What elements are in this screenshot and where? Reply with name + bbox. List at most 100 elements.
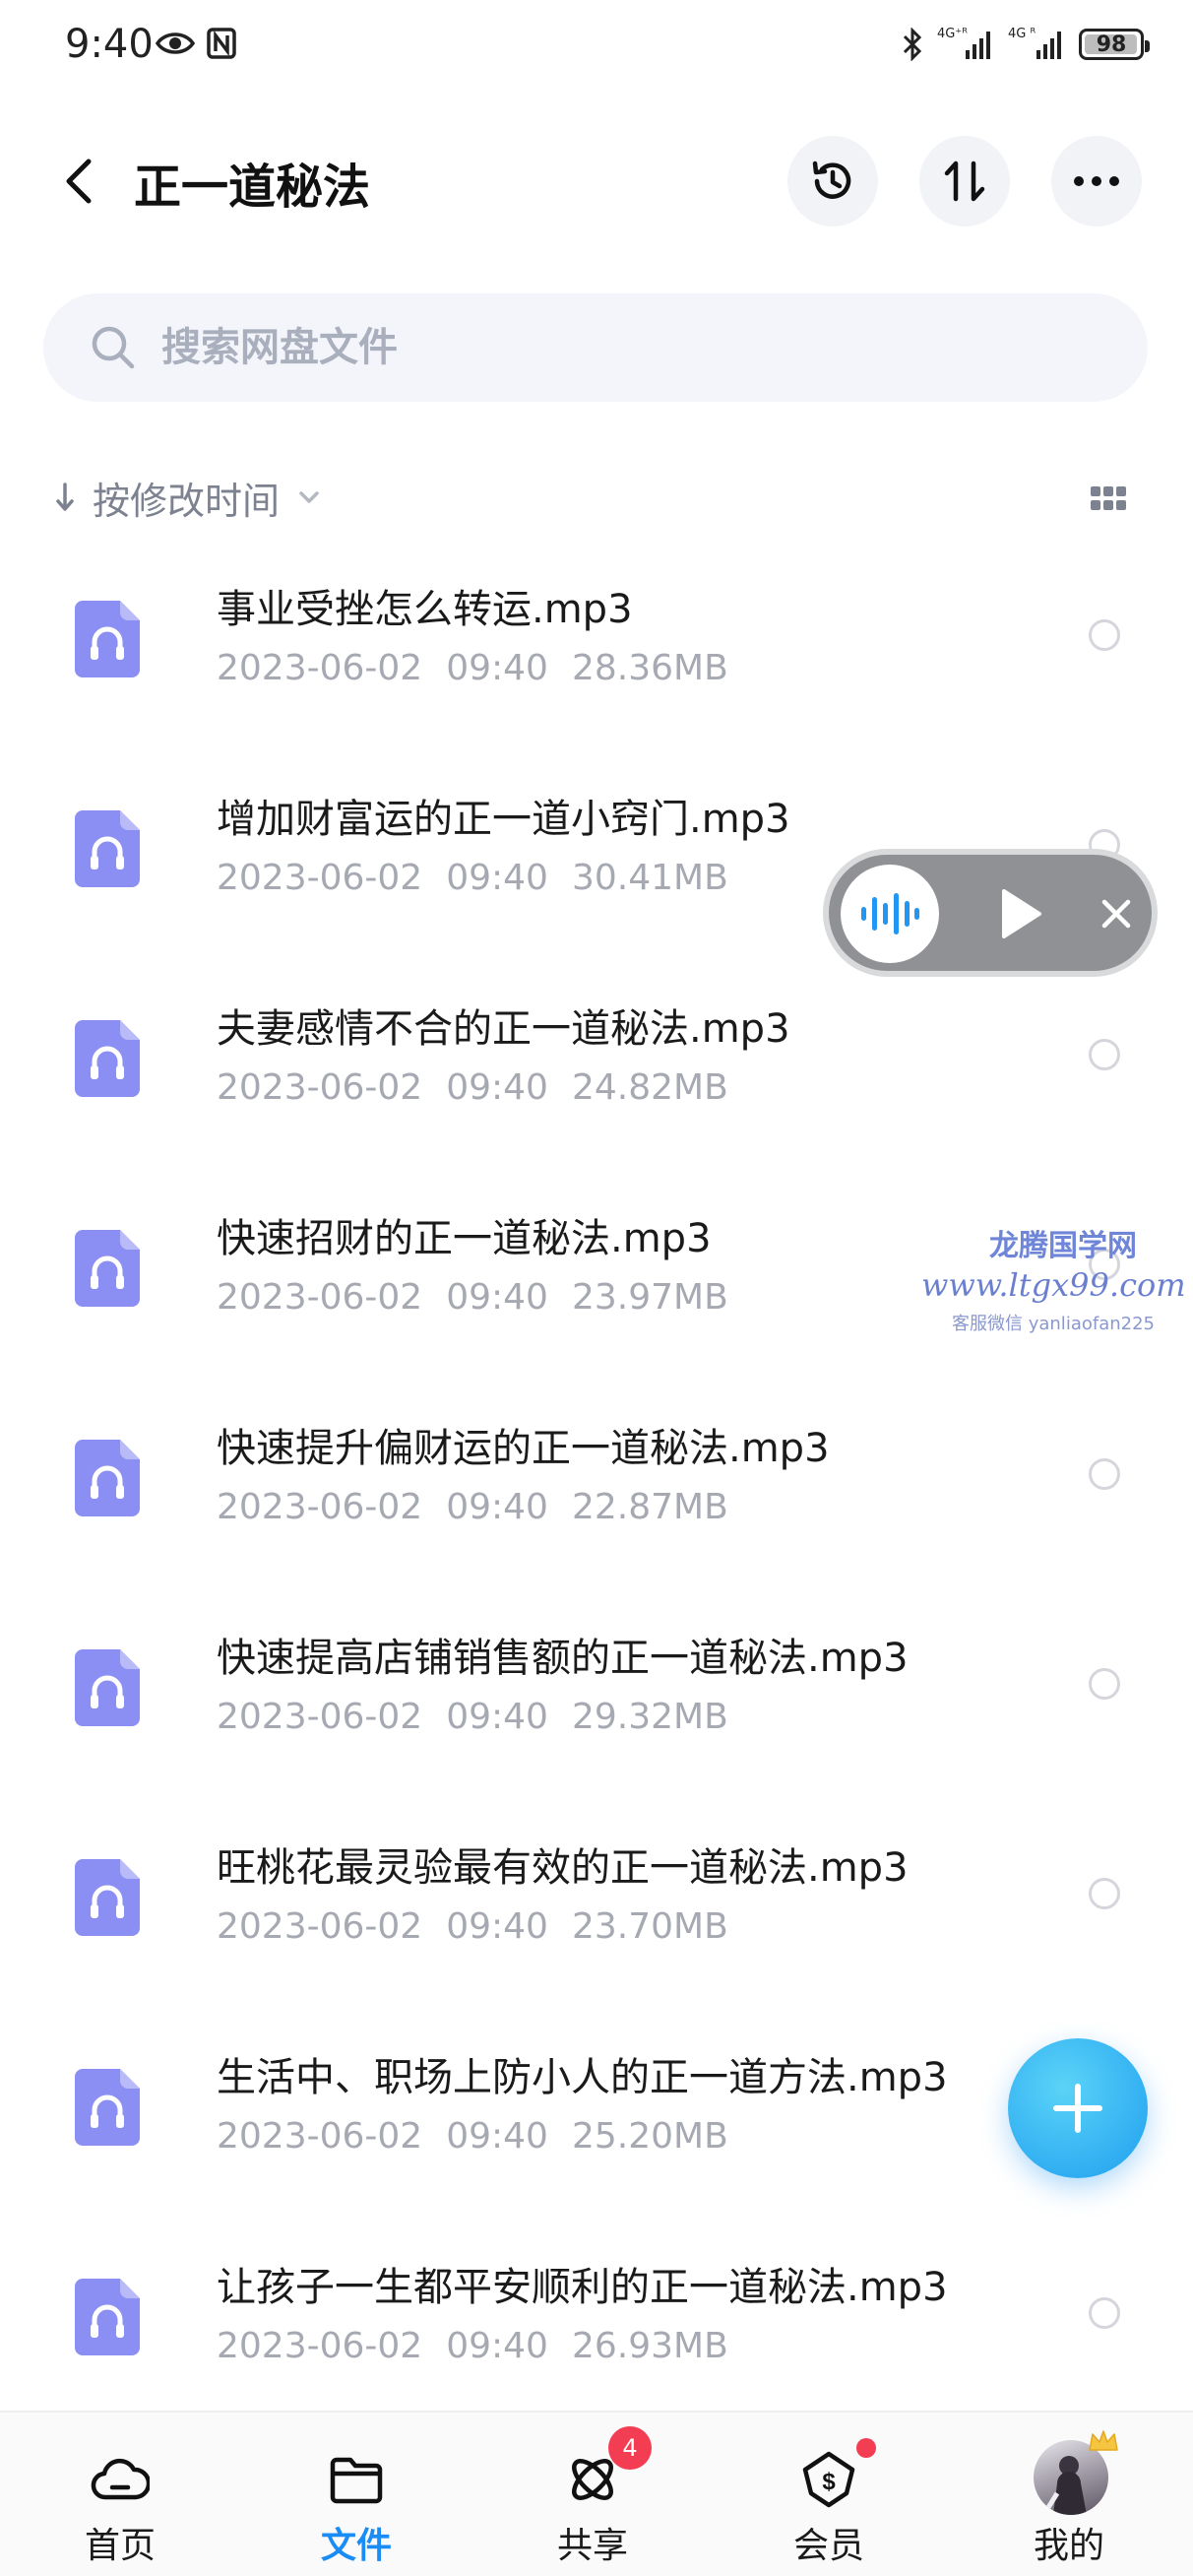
network-label-1: 4G⁺ᴿ: [937, 27, 968, 41]
file-name: 快速招财的正一道秘法.mp3: [217, 1216, 712, 1261]
file-row[interactable]: 快速提高店铺销售额的正一道秘法.mp3 2023-06-02 09:40 29.32…: [0, 1600, 1193, 1810]
nav-vip[interactable]: $ 会员: [740, 2413, 917, 2576]
file-time: 09:40: [446, 1067, 548, 1108]
file-size: 30.41MB: [571, 858, 728, 898]
file-date: 2023-06-02: [217, 648, 423, 688]
sort-button[interactable]: [919, 136, 1010, 226]
file-name: 快速提高店铺销售额的正一道秘法.mp3: [217, 1636, 909, 1681]
more-icon: [1074, 176, 1119, 186]
watermark-contact: 客服微信 yanliaofan225: [952, 1314, 1155, 1334]
audio-file-icon: [75, 1020, 140, 1097]
file-size: 22.87MB: [571, 1487, 728, 1527]
floating-audio-player[interactable]: [823, 849, 1158, 977]
file-meta: 2023-06-02 09:40 28.36MB: [217, 648, 752, 688]
add-button[interactable]: [1008, 2038, 1148, 2178]
cloud-home-icon: [91, 2458, 150, 2500]
select-radio[interactable]: [1089, 1668, 1120, 1700]
sound-wave-icon: [861, 893, 919, 934]
network-label-2: 4G ᴿ: [1008, 27, 1036, 41]
file-meta: 2023-06-02 09:40 25.20MB: [217, 2116, 752, 2157]
nav-files[interactable]: 文件: [268, 2413, 445, 2576]
signal-1: 4G⁺ᴿ: [937, 28, 994, 61]
back-arrow-icon: [66, 159, 92, 204]
file-row[interactable]: 快速提升偏财运的正一道秘法.mp3 2023-06-02 09:40 22.87MB: [0, 1390, 1193, 1600]
file-size: 28.36MB: [571, 648, 728, 688]
file-row[interactable]: 事业受挫怎么转运.mp3 2023-06-02 09:40 28.36MB: [0, 551, 1193, 761]
battery-level: 98: [1096, 32, 1127, 57]
bottom-nav: 首页 文件 4 共享 $ 会员 我的: [0, 2411, 1193, 2576]
status-left-icons: [156, 28, 236, 59]
file-row[interactable]: 夫妻感情不合的正一道秘法.mp3 2023-06-02 09:40 24.82MB: [0, 971, 1193, 1181]
file-name: 增加财富运的正一道小窍门.mp3: [217, 797, 790, 842]
file-meta: 2023-06-02 09:40 30.41MB: [217, 858, 752, 898]
file-meta: 2023-06-02 09:40 23.97MB: [217, 1277, 752, 1318]
audio-file-icon: [75, 1230, 140, 1307]
audio-wave-button[interactable]: [841, 865, 939, 963]
audio-file-icon: [75, 1649, 140, 1726]
file-row[interactable]: 让孩子一生都平安顺利的正一道秘法.mp3 2023-06-02 09:40 26.9…: [0, 2229, 1193, 2439]
file-size: 26.93MB: [571, 2326, 728, 2366]
nav-share[interactable]: 4 共享: [504, 2413, 681, 2576]
back-button[interactable]: [49, 152, 108, 211]
select-radio[interactable]: [1089, 1458, 1120, 1490]
file-time: 09:40: [446, 1487, 548, 1527]
search-input[interactable]: [161, 315, 1047, 380]
file-size: 23.70MB: [571, 1906, 728, 1947]
play-icon[interactable]: [996, 886, 1045, 941]
audio-file-icon: [75, 810, 140, 887]
close-icon[interactable]: [1095, 892, 1138, 935]
more-button[interactable]: [1051, 136, 1142, 226]
file-time: 09:40: [446, 1697, 548, 1737]
nav-label: 首页: [84, 2526, 156, 2566]
select-radio[interactable]: [1089, 1039, 1120, 1070]
plus-icon: [1053, 2084, 1102, 2133]
bluetooth-icon: [903, 28, 922, 61]
nav-home[interactable]: 首页: [31, 2413, 209, 2576]
nav-label: 会员: [792, 2526, 864, 2566]
history-icon: [812, 161, 851, 199]
file-size: 23.97MB: [571, 1277, 728, 1318]
file-row[interactable]: 旺桃花最灵验最有效的正一道秘法.mp3 2023-06-02 09:40 23.70…: [0, 1810, 1193, 2020]
status-bar: 9:40 4G⁺ᴿ 4G ᴿ 98: [0, 0, 1193, 98]
watermark-url: www.ltgx99.com: [921, 1266, 1186, 1304]
file-meta: 2023-06-02 09:40 24.82MB: [217, 1067, 752, 1108]
history-button[interactable]: [787, 136, 878, 226]
file-meta: 2023-06-02 09:40 29.32MB: [217, 1697, 752, 1737]
select-radio[interactable]: [1089, 1878, 1120, 1909]
file-time: 09:40: [446, 648, 548, 688]
nav-label: 共享: [556, 2526, 628, 2566]
file-size: 24.82MB: [571, 1067, 728, 1108]
grid-view-icon[interactable]: [1089, 479, 1128, 518]
audio-file-icon: [75, 601, 140, 677]
file-name: 旺桃花最灵验最有效的正一道秘法.mp3: [217, 1845, 909, 1891]
search-bar[interactable]: [43, 293, 1148, 402]
file-meta: 2023-06-02 09:40 26.93MB: [217, 2326, 752, 2366]
file-date: 2023-06-02: [217, 2116, 423, 2157]
watermark-title: 龙腾国学网: [989, 1229, 1137, 1263]
file-meta: 2023-06-02 09:40 22.87MB: [217, 1487, 752, 1527]
signal-2: 4G ᴿ: [1008, 28, 1065, 61]
file-time: 09:40: [446, 1277, 548, 1318]
chevron-down-icon: [299, 491, 319, 503]
audio-file-icon: [75, 2069, 140, 2146]
page-title: 正一道秘法: [134, 160, 371, 215]
nfc-icon: [207, 28, 236, 59]
file-size: 25.20MB: [571, 2116, 728, 2157]
eye-icon: [156, 32, 195, 54]
crown-icon: [1089, 2430, 1118, 2451]
file-time: 09:40: [446, 2326, 548, 2366]
file-size: 29.32MB: [571, 1697, 728, 1737]
select-radio[interactable]: [1089, 619, 1120, 651]
file-date: 2023-06-02: [217, 1697, 423, 1737]
file-name: 让孩子一生都平安顺利的正一道秘法.mp3: [217, 2265, 948, 2310]
file-date: 2023-06-02: [217, 1067, 423, 1108]
battery-icon: 98: [1079, 29, 1150, 60]
file-date: 2023-06-02: [217, 2326, 423, 2366]
audio-file-icon: [75, 1440, 140, 1516]
sort-selector[interactable]: 按修改时间: [55, 463, 321, 532]
nav-mine[interactable]: 我的: [980, 2413, 1158, 2576]
nav-label-active: 文件: [320, 2526, 392, 2566]
status-right: 4G⁺ᴿ 4G ᴿ 98: [902, 28, 1150, 61]
select-radio[interactable]: [1089, 2297, 1120, 2329]
arrow-down-icon: [56, 483, 74, 511]
